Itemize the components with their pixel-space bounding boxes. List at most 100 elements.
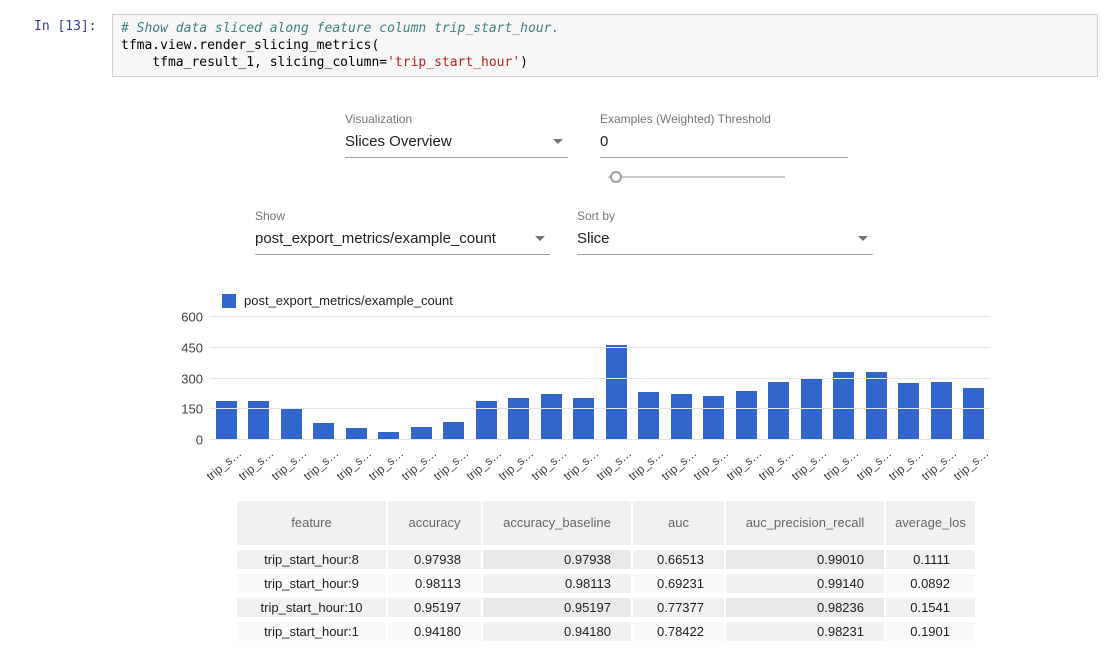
- feature-cell: trip_start_hour:8: [237, 547, 387, 571]
- notebook-page: In [13]: # Show data sliced along featur…: [0, 0, 1111, 668]
- feature-cell: trip_start_hour:1: [237, 619, 387, 643]
- bar[interactable]: [313, 423, 334, 440]
- bar[interactable]: [443, 422, 464, 440]
- chevron-down-icon[interactable]: [553, 139, 563, 144]
- bar[interactable]: [638, 392, 659, 440]
- column-header[interactable]: auc: [632, 501, 725, 547]
- column-header[interactable]: auc_precision_recall: [725, 501, 885, 547]
- bar-slot: [438, 317, 471, 440]
- x-axis-label: trip_s…: [496, 446, 537, 483]
- chevron-down-icon[interactable]: [535, 236, 545, 241]
- gridline: [210, 408, 990, 409]
- bar[interactable]: [281, 409, 302, 440]
- slider-track[interactable]: [608, 176, 785, 178]
- metric-cell: 0.98236: [725, 595, 885, 619]
- x-axis-label: trip_s…: [399, 446, 440, 483]
- bar[interactable]: [541, 394, 562, 440]
- chevron-down-icon[interactable]: [858, 236, 868, 241]
- visualization-selected: Slices Overview: [345, 133, 452, 150]
- bar[interactable]: [248, 401, 269, 440]
- bar[interactable]: [768, 382, 789, 440]
- metric-cell: 0.98113: [482, 571, 632, 595]
- x-axis-label: trip_s…: [269, 446, 310, 483]
- slider-thumb[interactable]: [610, 171, 622, 183]
- bar-slot: [698, 317, 731, 440]
- bar-slot: [795, 317, 828, 440]
- y-axis-label: 600: [181, 310, 203, 325]
- bar[interactable]: [833, 372, 854, 440]
- code-cell[interactable]: # Show data sliced along feature column …: [112, 14, 1098, 77]
- bar-slot: [503, 317, 536, 440]
- bar[interactable]: [476, 401, 497, 440]
- metric-cell: 0.1901: [885, 619, 975, 643]
- x-axis-label: trip_s…: [594, 446, 635, 483]
- column-header[interactable]: average_los: [885, 501, 975, 547]
- bar[interactable]: [801, 379, 822, 441]
- bar-slot: [308, 317, 341, 440]
- metric-cell: 0.97938: [387, 547, 482, 571]
- show-label: Show: [255, 209, 550, 223]
- threshold-label: Examples (Weighted) Threshold: [600, 112, 848, 126]
- visualization-dropdown[interactable]: Visualization Slices Overview: [345, 112, 568, 158]
- sort-by-value[interactable]: Slice: [577, 230, 873, 255]
- metrics-table: featureaccuracyaccuracy_baselineaucauc_p…: [237, 501, 975, 646]
- metric-cell: 0.99010: [725, 547, 885, 571]
- bar-slot: [633, 317, 666, 440]
- column-header[interactable]: feature: [237, 501, 387, 547]
- sort-by-dropdown[interactable]: Sort by Slice: [577, 209, 873, 255]
- metric-cell: 0.95197: [482, 595, 632, 619]
- metric-cell: 0.66513: [632, 547, 725, 571]
- bar-slot: [210, 317, 243, 440]
- metric-cell: 0.78422: [632, 619, 725, 643]
- bar-slot: [275, 317, 308, 440]
- metric-cell: 0.1111: [885, 547, 975, 571]
- bar[interactable]: [606, 345, 627, 440]
- metric-cell: 0.97938: [482, 547, 632, 571]
- x-axis-label: trip_s…: [431, 446, 472, 483]
- bar[interactable]: [866, 372, 887, 440]
- bar-slot: [600, 317, 633, 440]
- x-axis-label: trip_s…: [626, 446, 667, 483]
- bar-slot: [568, 317, 601, 440]
- bar-series: [210, 317, 990, 440]
- bar[interactable]: [736, 391, 757, 440]
- metric-cell: 0.95197: [387, 595, 482, 619]
- table-row: trip_start_hour:10.941800.941800.784220.…: [237, 619, 975, 643]
- metric-cell: 0.77377: [632, 595, 725, 619]
- column-header[interactable]: accuracy: [387, 501, 482, 547]
- bar-slot: [925, 317, 958, 440]
- column-header[interactable]: accuracy_baseline: [482, 501, 632, 547]
- show-metric-dropdown[interactable]: Show post_export_metrics/example_count: [255, 209, 550, 255]
- bar-slot: [730, 317, 763, 440]
- threshold-field[interactable]: Examples (Weighted) Threshold: [600, 112, 848, 158]
- slices-bar-chart: post_export_metrics/example_count 600450…: [165, 290, 990, 485]
- bar[interactable]: [671, 394, 692, 440]
- x-axis-label: trip_s…: [561, 446, 602, 483]
- show-value[interactable]: post_export_metrics/example_count: [255, 230, 550, 255]
- bar[interactable]: [216, 401, 237, 440]
- table-body: trip_start_hour:80.979380.979380.665130.…: [237, 547, 975, 643]
- x-axis-label: trip_s…: [529, 446, 570, 483]
- metric-cell: 0.94180: [387, 619, 482, 643]
- bar[interactable]: [703, 396, 724, 440]
- visualization-value[interactable]: Slices Overview: [345, 133, 568, 158]
- bar[interactable]: [963, 388, 984, 440]
- x-axis-label: trip_s…: [951, 446, 992, 483]
- x-axis-label: trip_s…: [789, 446, 830, 483]
- sort-by-label: Sort by: [577, 209, 873, 223]
- x-axis-label: trip_s…: [204, 446, 245, 483]
- bar[interactable]: [508, 398, 529, 440]
- bar[interactable]: [898, 383, 919, 440]
- threshold-slider[interactable]: [608, 170, 785, 184]
- threshold-input[interactable]: [600, 133, 848, 158]
- bar-slot: [373, 317, 406, 440]
- x-axis-label: trip_s…: [691, 446, 732, 483]
- bar[interactable]: [573, 398, 594, 440]
- visualization-label: Visualization: [345, 112, 568, 126]
- bar-slot: [665, 317, 698, 440]
- show-selected: post_export_metrics/example_count: [255, 230, 496, 247]
- x-axis-label: trip_s…: [236, 446, 277, 483]
- x-axis-label: trip_s…: [334, 446, 375, 483]
- x-axis-label: trip_s…: [659, 446, 700, 483]
- bar[interactable]: [931, 382, 952, 440]
